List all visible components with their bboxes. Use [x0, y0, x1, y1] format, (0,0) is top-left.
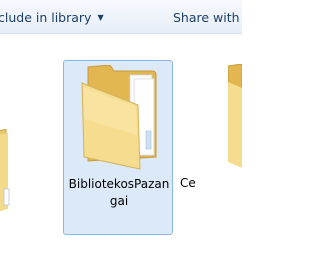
share-with-label: Share with	[173, 9, 240, 25]
folder-icon	[81, 65, 157, 170]
file-list-pane[interactable]: BibliotekosPazangai Ce	[0, 34, 242, 255]
include-in-library-label: clude in library	[0, 9, 92, 25]
include-in-library-button[interactable]: clude in library ▼	[0, 0, 104, 34]
folder-item-bibliotekospazangai[interactable]: BibliotekosPazangai	[63, 60, 173, 235]
folder-name-label: BibliotekosPazangai	[68, 177, 170, 208]
dropdown-arrow-icon: ▼	[97, 12, 104, 22]
share-with-button[interactable]: Share with	[173, 0, 240, 34]
command-toolbar: clude in library ▼ Share with	[0, 0, 242, 34]
folder-icon	[228, 64, 242, 168]
folder-icon	[0, 128, 10, 212]
folder-item-partial-right[interactable]: Ce	[178, 60, 242, 235]
folder-name-label: Ce	[180, 176, 196, 190]
folder-item-partial-left[interactable]	[0, 128, 12, 219]
